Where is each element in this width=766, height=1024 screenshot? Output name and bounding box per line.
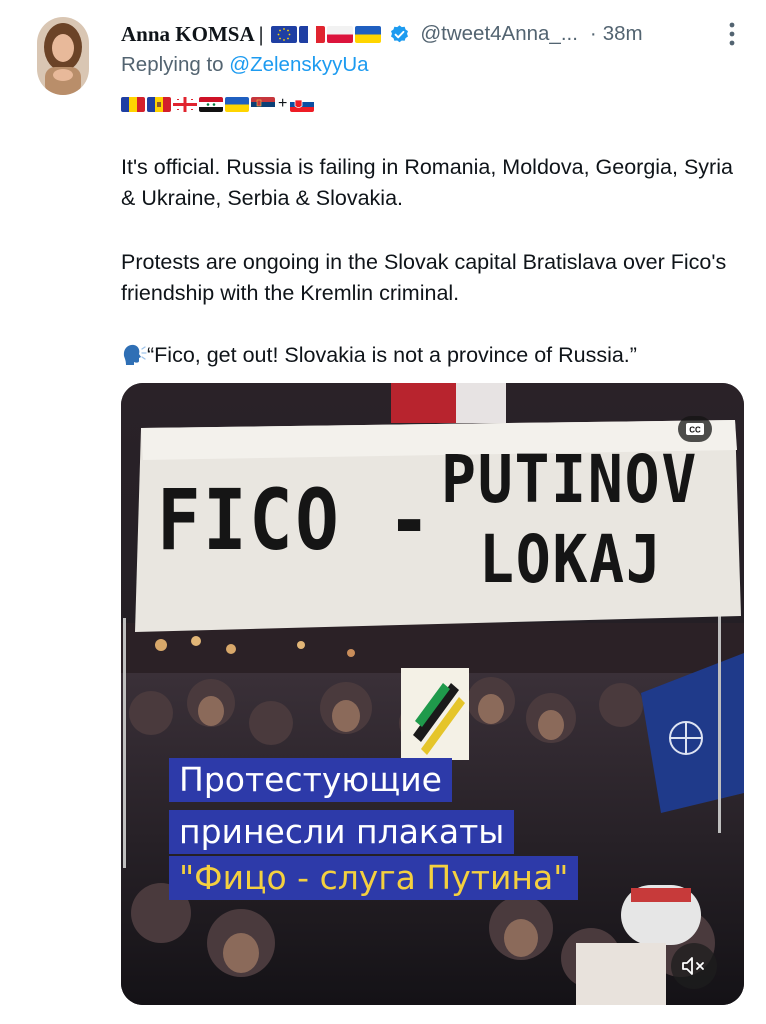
banner-text-right-line1: PUTINOV [441,441,699,518]
tweet-paragraph-3: “Fico, get out! Slovakia is not a provin… [121,340,751,371]
speaker-muted-icon [682,957,704,975]
romania-flag-icon [121,96,145,112]
video-player[interactable]: FICO - PUTINOV LOKAJ CC Протестующие при… [121,383,744,1005]
flag-separator: + [278,95,288,112]
banner-text-left: FICO - [157,471,434,569]
tweet-paragraph-1: It's official. Russia is failing in Roma… [121,155,733,210]
name-flags [271,25,382,43]
ukraine-flag-icon [355,25,382,43]
france-flag-icon [299,25,326,43]
avatar[interactable] [37,17,89,95]
mute-button[interactable] [671,943,717,989]
closed-captions-button[interactable]: CC [678,416,712,442]
caption-line-3-text: "Фицо - слуга Путина" [179,858,569,897]
tweet-paragraph-2: Protests are ongoing in the Slovak capit… [121,250,727,305]
eu-flag-icon [271,25,298,43]
poland-flag-icon [327,25,354,43]
author-name[interactable]: Anna KOMSA | [121,22,263,47]
caption-line-1: Протестующие [169,758,452,802]
quote-text: “Fico, get out! Slovakia is not a provin… [147,343,637,367]
separator-dot: · [589,22,597,45]
flag-row: + [121,95,315,113]
caption-line-2: принесли плакаты [169,810,515,854]
slovakia-flag-icon [290,96,315,112]
serbia-flag-icon [251,96,275,112]
banner-text-right-line2: LOKAJ [479,521,663,598]
replying-to: Replying to @ZelenskyyUa [121,53,369,77]
tweet-header: Anna KOMSA | @tweet4Anna_... · 38m [121,18,746,50]
speaking-head-icon [123,344,147,365]
reply-prefix: Replying to [121,53,224,76]
caption-line-3: "Фицо - слуга Путина" [169,856,579,900]
cc-label: CC [689,426,701,435]
ukraine-flag-icon [225,96,249,112]
more-options-icon[interactable] [724,20,740,48]
reply-mention-link[interactable]: @ZelenskyyUa [229,53,368,76]
verified-badge-icon [391,24,409,42]
moldova-flag-icon [147,96,171,112]
timestamp[interactable]: 38m [603,22,643,46]
syria-flag-icon [199,96,223,112]
georgia-flag-icon [173,96,197,112]
author-handle[interactable]: @tweet4Anna_... [420,22,578,46]
